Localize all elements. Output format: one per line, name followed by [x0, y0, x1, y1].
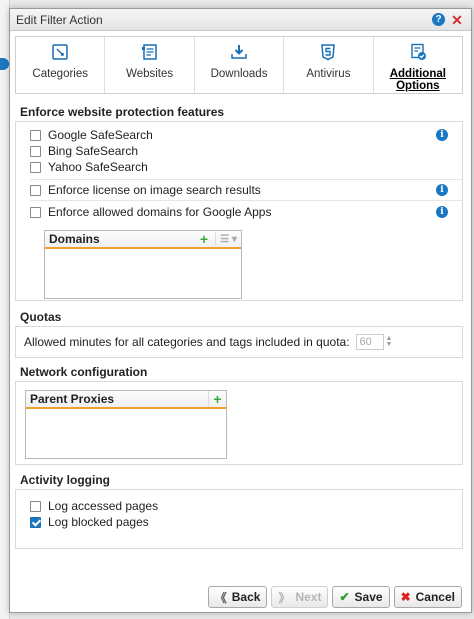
- network-title: Network configuration: [20, 365, 148, 379]
- log-accessed-label: Log accessed pages: [48, 499, 159, 513]
- bing-safesearch-label: Bing SafeSearch: [48, 144, 139, 158]
- tab-label: Categories: [32, 68, 89, 80]
- log-blocked-checkbox[interactable]: [30, 516, 41, 528]
- logging-section: Activity logging Log accessed pages Log …: [15, 473, 463, 549]
- cancel-button[interactable]: ✖ Cancel: [393, 586, 462, 608]
- tab-label: Downloads: [210, 68, 268, 80]
- domains-grid-header: Domains + ☰ ▾: [45, 231, 241, 249]
- google-safesearch-row[interactable]: Google SafeSearch i: [16, 127, 462, 143]
- google-safesearch-label: Google SafeSearch: [48, 128, 153, 142]
- stepper-arrows-icon[interactable]: ▲ ▼: [386, 335, 393, 348]
- dialog-footer: 《 Back 》 Next ✔ Save ✖ Cancel: [10, 582, 471, 612]
- quotas-title: Quotas: [20, 310, 62, 324]
- double-chevron-right-icon: 》: [278, 590, 291, 605]
- tab-bar: Categories Websites Downloads Antivirus …: [15, 36, 463, 94]
- grid-menu-icon[interactable]: ☰ ▾: [215, 232, 241, 246]
- google-safesearch-checkbox[interactable]: [30, 129, 41, 141]
- double-chevron-left-icon: 《: [214, 590, 227, 605]
- close-icon[interactable]: ✕: [451, 13, 463, 27]
- google-apps-domains-label: Enforce allowed domains for Google Apps: [48, 205, 272, 219]
- image-license-label: Enforce license on image search results: [48, 183, 261, 197]
- antivirus-icon: [321, 44, 336, 61]
- categories-icon: [52, 44, 68, 60]
- network-section: Network configuration Parent Proxies +: [15, 365, 463, 465]
- domains-grid-title: Domains: [49, 232, 100, 246]
- add-proxy-icon[interactable]: +: [208, 391, 226, 407]
- tab-label: Websites: [126, 68, 174, 80]
- bing-safesearch-row[interactable]: Bing SafeSearch: [16, 143, 462, 159]
- image-license-checkbox[interactable]: [30, 184, 41, 196]
- save-button[interactable]: ✔ Save: [332, 586, 390, 608]
- log-accessed-row[interactable]: Log accessed pages: [16, 498, 462, 514]
- protection-section: Enforce website protection features Goog…: [15, 105, 463, 301]
- tab-label: Additional Options: [389, 68, 446, 92]
- tab-antivirus[interactable]: Antivirus: [284, 37, 374, 93]
- yahoo-safesearch-checkbox[interactable]: [30, 161, 41, 173]
- parent-proxies-grid-title: Parent Proxies: [30, 392, 115, 406]
- google-apps-domains-row[interactable]: Enforce allowed domains for Google Apps …: [16, 201, 462, 223]
- quota-label: Allowed minutes for all categories and t…: [24, 335, 350, 349]
- google-apps-domains-checkbox[interactable]: [30, 206, 41, 218]
- cancel-label: Cancel: [415, 590, 455, 604]
- log-accessed-checkbox[interactable]: [30, 500, 41, 512]
- info-icon[interactable]: i: [436, 206, 448, 218]
- back-button[interactable]: 《 Back: [207, 586, 268, 608]
- websites-icon: [141, 44, 157, 60]
- add-domain-icon[interactable]: +: [197, 231, 211, 247]
- yahoo-safesearch-row[interactable]: Yahoo SafeSearch: [16, 159, 462, 175]
- network-box: Parent Proxies +: [15, 381, 463, 465]
- cancel-x-icon: ✖: [400, 590, 411, 604]
- tab-categories[interactable]: Categories: [16, 37, 106, 93]
- next-button[interactable]: 》 Next: [271, 586, 329, 608]
- back-label: Back: [231, 590, 261, 604]
- next-label: Next: [295, 590, 322, 604]
- quotas-box: Allowed minutes for all categories and t…: [15, 326, 463, 358]
- quota-minutes-input[interactable]: 60: [355, 334, 384, 350]
- dialog-titlebar[interactable]: Edit Filter Action ? ✕: [10, 9, 471, 31]
- log-blocked-label: Log blocked pages: [48, 515, 149, 529]
- yahoo-safesearch-label: Yahoo SafeSearch: [48, 160, 148, 174]
- bing-safesearch-checkbox[interactable]: [30, 145, 41, 157]
- logging-title: Activity logging: [20, 473, 110, 487]
- tab-additional-options[interactable]: Additional Options: [374, 37, 462, 93]
- checkmark-icon: ✔: [339, 590, 350, 604]
- save-label: Save: [354, 590, 383, 604]
- domains-grid[interactable]: Domains + ☰ ▾: [44, 230, 242, 299]
- additional-options-icon: [411, 43, 426, 60]
- dialog-title: Edit Filter Action: [16, 12, 103, 27]
- tab-downloads[interactable]: Downloads: [195, 37, 285, 93]
- quotas-section: Quotas Allowed minutes for all categorie…: [15, 310, 463, 358]
- tab-websites[interactable]: Websites: [105, 37, 195, 93]
- parent-proxies-grid-header: Parent Proxies +: [26, 391, 226, 409]
- edit-filter-action-dialog: Edit Filter Action ? ✕ Categories Websit…: [9, 8, 472, 613]
- protection-title: Enforce website protection features: [20, 105, 225, 119]
- logging-box: Log accessed pages Log blocked pages: [15, 489, 463, 549]
- info-icon[interactable]: i: [436, 184, 448, 196]
- help-icon[interactable]: ?: [432, 13, 445, 26]
- tab-label: Antivirus: [306, 68, 351, 80]
- quota-minutes-stepper[interactable]: 60 ▲ ▼: [355, 334, 393, 350]
- protection-box: Google SafeSearch i Bing SafeSearch Yaho…: [15, 121, 463, 301]
- downloads-icon: [231, 45, 247, 59]
- parent-proxies-grid[interactable]: Parent Proxies +: [25, 390, 227, 459]
- image-license-row[interactable]: Enforce license on image search results …: [16, 180, 462, 200]
- info-icon[interactable]: i: [436, 129, 448, 141]
- log-blocked-row[interactable]: Log blocked pages: [16, 514, 462, 530]
